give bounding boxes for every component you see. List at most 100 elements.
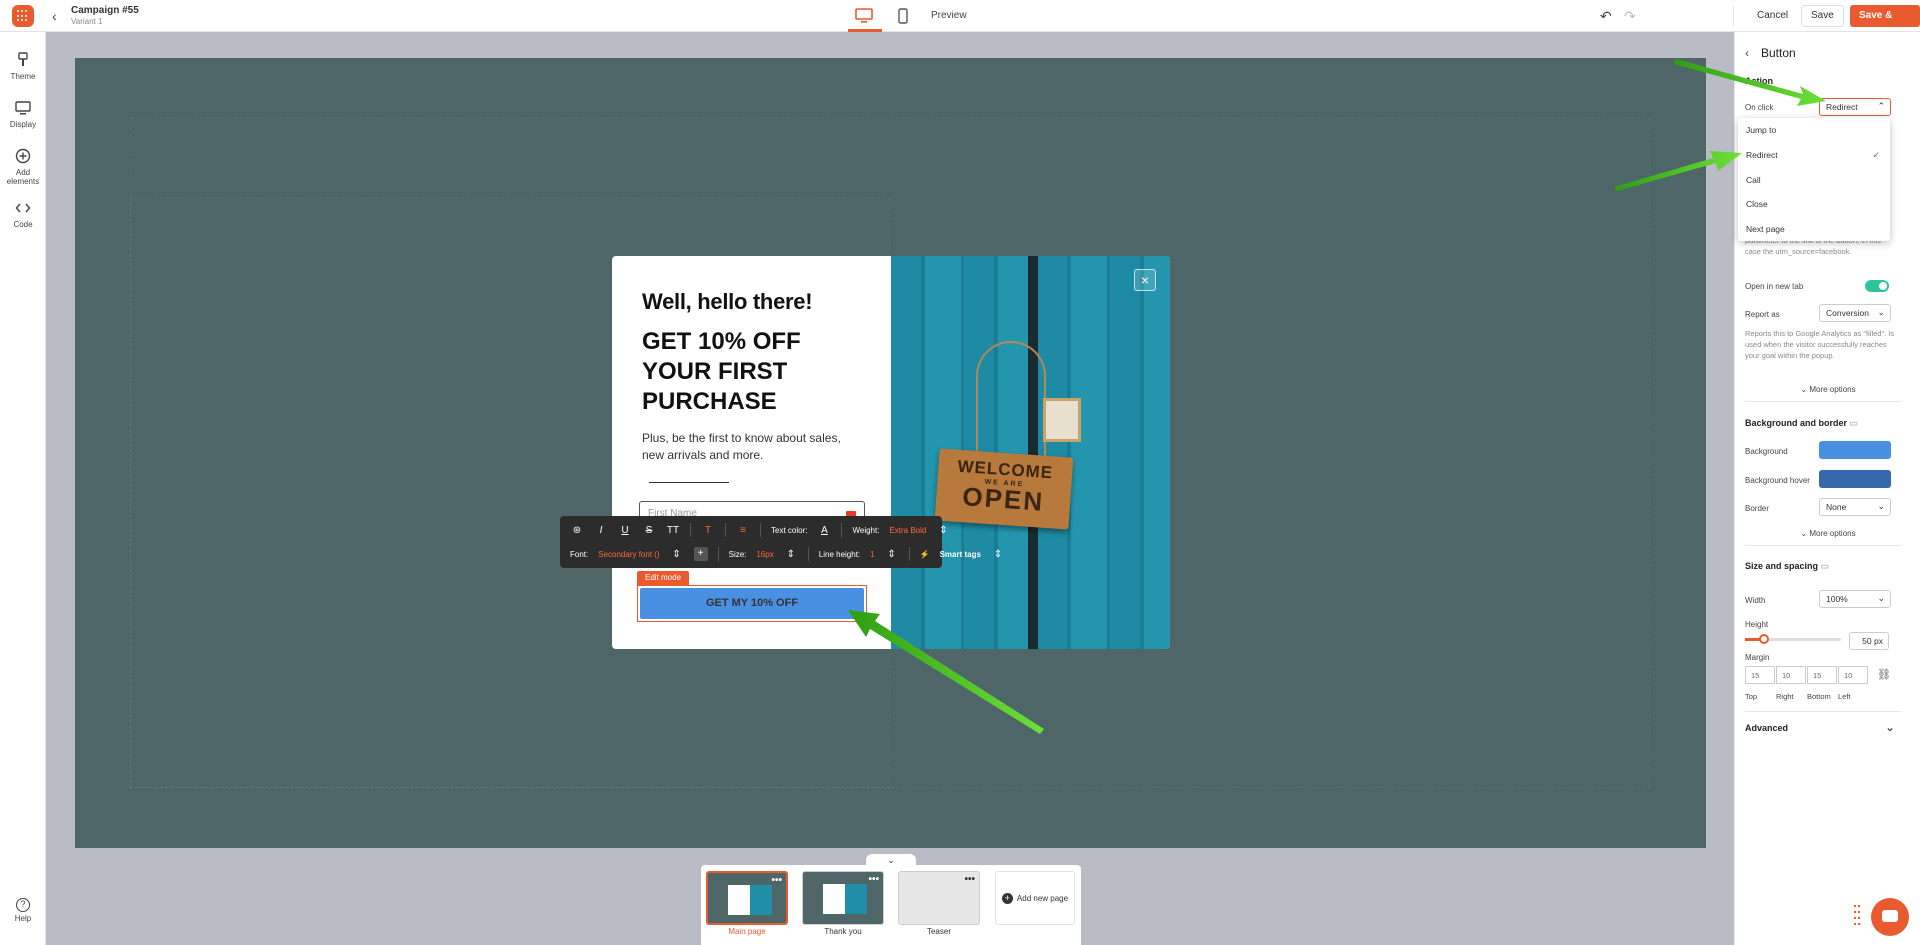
- plus-icon: +: [1001, 892, 1013, 904]
- preview-button[interactable]: Preview: [931, 10, 967, 21]
- more-icon[interactable]: •••: [964, 874, 975, 885]
- app-logo-icon[interactable]: [12, 5, 34, 27]
- undo-icon[interactable]: ↶: [1600, 8, 1612, 25]
- margin-right-input[interactable]: 10: [1776, 666, 1806, 684]
- background-color-swatch[interactable]: [1819, 441, 1891, 459]
- page-thumb-main[interactable]: •••: [706, 871, 788, 925]
- sidebar-item-code[interactable]: Code: [0, 200, 46, 229]
- smart-tags-button[interactable]: Smart tags: [940, 550, 981, 559]
- link-margins-icon[interactable]: ⛓: [1877, 668, 1891, 681]
- on-click-value: Redirect: [1826, 102, 1858, 112]
- margin-left-label: Left: [1838, 692, 1851, 701]
- mobile-view-icon[interactable]: [897, 8, 909, 24]
- sidebar-item-theme[interactable]: Theme: [0, 52, 46, 81]
- chevron-down-icon: ⌄: [1877, 593, 1885, 603]
- save-button[interactable]: Save: [1801, 5, 1844, 27]
- slider-handle[interactable]: [1759, 634, 1769, 644]
- background-hover-color-swatch[interactable]: [1819, 470, 1891, 488]
- on-click-label: On click: [1745, 103, 1774, 112]
- dropdown-option[interactable]: Jump to: [1746, 122, 1776, 138]
- dropdown-option[interactable]: Next page: [1746, 221, 1785, 237]
- display-icon: [15, 101, 31, 115]
- sidebar-item-display[interactable]: Display: [0, 100, 46, 129]
- more-icon[interactable]: •••: [771, 875, 782, 886]
- line-height-input[interactable]: 1: [870, 550, 874, 559]
- font-select[interactable]: Secondary font (): [598, 550, 659, 559]
- popup-image[interactable]: WELCOME WE ARE OPEN ×: [891, 256, 1170, 649]
- chevron-down-icon[interactable]: ⌄: [1885, 720, 1895, 734]
- device-icon: ▭: [1820, 561, 1830, 571]
- page-thumb-thank-you[interactable]: •••: [802, 871, 884, 925]
- panel-back-icon[interactable]: ‹: [1745, 46, 1749, 60]
- more-options-label: More options: [1809, 529, 1856, 538]
- margin-top-label: Top: [1745, 692, 1758, 701]
- dropdown-option[interactable]: Close: [1746, 196, 1768, 212]
- popup-content: Well, hello there! GET 10% OFF YOUR FIRS…: [612, 256, 891, 649]
- line-height-label: Line height:: [818, 549, 861, 559]
- report-as-select[interactable]: Conversion ⌄: [1819, 304, 1891, 322]
- open-new-tab-toggle[interactable]: [1865, 280, 1889, 292]
- help-button[interactable]: ? Help: [0, 898, 46, 923]
- back-arrow-icon[interactable]: ‹: [52, 8, 57, 24]
- cta-selection-outline[interactable]: GET MY 10% OFF: [637, 585, 867, 622]
- dropdown-option[interactable]: Redirect: [1746, 147, 1778, 163]
- device-icon: ▭: [1849, 418, 1859, 428]
- chevron-updown-icon: ⇕: [786, 548, 795, 560]
- welcome-sign: WELCOME WE ARE OPEN: [934, 448, 1074, 530]
- text-color-icon[interactable]: A: [817, 525, 831, 536]
- border-value: None: [1826, 502, 1847, 512]
- margin-bottom-input[interactable]: 15: [1807, 666, 1837, 684]
- save-exit-button[interactable]: Save & Exit: [1850, 5, 1920, 43]
- margin-left-input[interactable]: 10: [1838, 666, 1868, 684]
- strikethrough-icon[interactable]: S: [642, 525, 656, 536]
- toolbar-divider: [717, 547, 719, 561]
- clear-format-icon[interactable]: T: [701, 525, 715, 536]
- underline-icon[interactable]: U: [618, 525, 632, 536]
- width-select[interactable]: 100% ⌄: [1819, 590, 1891, 608]
- offer-line: GET 10% OFF: [642, 328, 801, 355]
- popup-preview: Well, hello there! GET 10% OFF YOUR FIRS…: [612, 256, 1170, 649]
- size-label: Size:: [728, 549, 747, 559]
- code-icon: [15, 203, 31, 213]
- add-font-button[interactable]: +: [693, 547, 708, 561]
- more-options-button[interactable]: ⌄ More options: [1735, 529, 1920, 538]
- popup-offer-headline[interactable]: GET 10% OFF YOUR FIRST PURCHASE: [642, 327, 872, 417]
- section-divider: [1745, 401, 1901, 402]
- popup-close-icon[interactable]: ×: [1134, 269, 1156, 291]
- chat-bubble-icon[interactable]: [1871, 898, 1909, 936]
- help-label: Help: [14, 914, 32, 923]
- chevron-down-icon: ⌄: [1877, 501, 1885, 511]
- page-thumb-teaser[interactable]: •••: [898, 871, 980, 925]
- chat-handle-icon[interactable]: [1854, 905, 1860, 927]
- more-options-button[interactable]: ⌄ More options: [1735, 385, 1920, 394]
- cta-button[interactable]: GET MY 10% OFF: [640, 588, 864, 619]
- popup-heading[interactable]: Well, hello there!: [642, 289, 813, 315]
- border-select[interactable]: None ⌄: [1819, 498, 1891, 516]
- more-options-label: More options: [1809, 385, 1856, 394]
- sidebar-item-add-elements[interactable]: Add elements: [0, 148, 46, 186]
- on-click-select[interactable]: Redirect ⌃: [1819, 98, 1891, 116]
- more-icon[interactable]: •••: [868, 874, 879, 885]
- italic-icon[interactable]: I: [594, 525, 608, 536]
- advanced-section-toggle[interactable]: Advanced: [1745, 723, 1788, 733]
- size-input[interactable]: 16px: [756, 550, 773, 559]
- align-icon[interactable]: ≡: [736, 525, 750, 536]
- text-color-label: Text color:: [771, 525, 808, 535]
- desktop-view-icon[interactable]: [854, 8, 874, 24]
- dropdown-option[interactable]: Call: [1746, 172, 1761, 188]
- text-transform-icon[interactable]: TT: [666, 525, 680, 536]
- popup-subtext[interactable]: Plus, be the first to know about sales, …: [642, 430, 862, 464]
- height-input[interactable]: 50 px: [1849, 632, 1889, 650]
- weight-select[interactable]: Extra Bold: [889, 526, 926, 535]
- sidebar-item-label: Theme: [10, 72, 36, 81]
- redo-icon[interactable]: ↷: [1624, 8, 1636, 25]
- link-icon[interactable]: ⊛: [570, 525, 584, 536]
- height-slider[interactable]: [1745, 634, 1841, 644]
- add-new-page-button[interactable]: + Add new page: [995, 871, 1075, 925]
- report-help-text: Reports this to Google Analytics as "fil…: [1745, 329, 1895, 360]
- margin-right-label: Right: [1776, 692, 1794, 701]
- chevron-down-icon: ⌄: [1877, 307, 1885, 317]
- report-as-label: Report as: [1745, 310, 1780, 319]
- margin-top-input[interactable]: 15: [1745, 666, 1775, 684]
- cancel-button[interactable]: Cancel: [1751, 6, 1794, 26]
